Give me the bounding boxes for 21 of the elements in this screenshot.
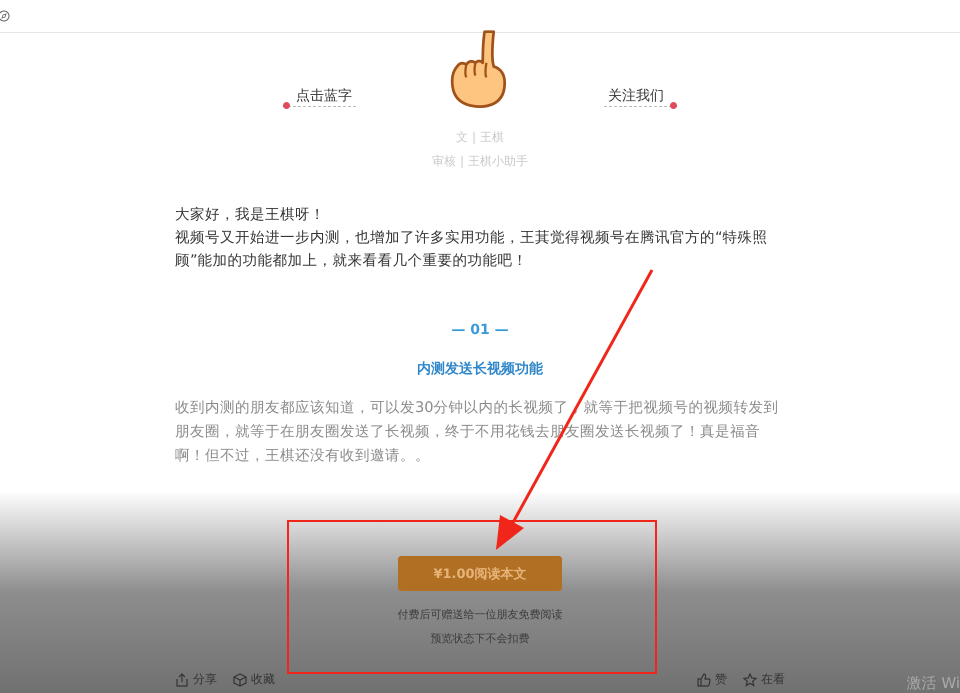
follow-label: 点击蓝字 (295, 87, 353, 105)
thumbs-up-icon[interactable] (697, 672, 711, 686)
pay-to-read-button[interactable]: ¥1.00阅读本文 (398, 556, 562, 591)
action-label[interactable]: 在看 (761, 671, 785, 688)
section-number: — 01 — (450, 322, 510, 338)
dot-icon (283, 102, 290, 109)
system-notice: 激活 Wi (906, 674, 960, 693)
compass-icon[interactable] (0, 10, 10, 22)
section-title: 内测发送长视频功能 (416, 360, 544, 378)
action-label[interactable]: 赞 (715, 671, 727, 688)
star-icon[interactable] (743, 672, 757, 686)
paywall-note: 付费后可赠送给一位朋友免费阅读 (398, 607, 562, 623)
intro-paragraph: 视频号又开始进一步内测，也增加了许多实用功能，王萁觉得视频号在腾讯官方的“特殊照顾”能加的功能都加上，就来看看几个重要的功能吧！ (175, 228, 769, 271)
action-label[interactable]: 分享 (193, 671, 217, 688)
share-icon[interactable] (175, 672, 189, 686)
action-label[interactable]: 收藏 (251, 671, 275, 688)
dot-icon (670, 102, 677, 109)
cube-icon[interactable] (233, 672, 247, 686)
paywall-note: 预览状态下不会扣费 (430, 631, 530, 647)
intro-paragraph: 大家好，我是王棋呀！ (175, 205, 326, 225)
follow-label: 关注我们 (607, 87, 665, 105)
